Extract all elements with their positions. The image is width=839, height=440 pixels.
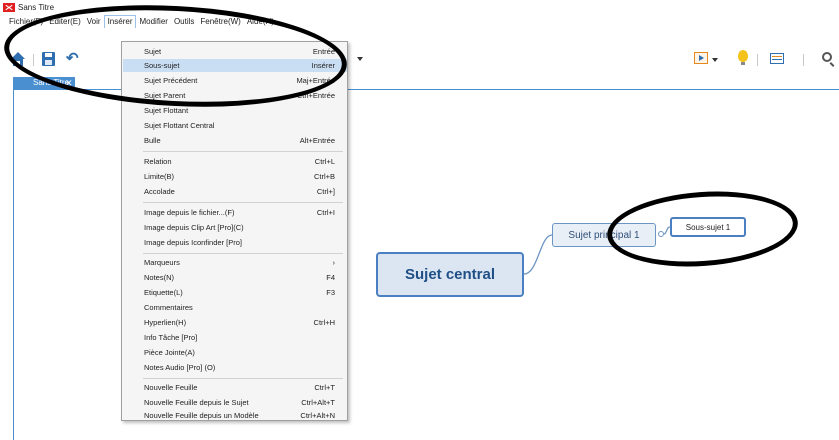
app-logo-icon xyxy=(3,2,15,12)
insert-menu: Sujet Entrée Sous-sujet Insérer Sujet Préc… xyxy=(121,41,348,421)
tab-label: Sans Titre xyxy=(33,78,70,87)
menu-item-feuille-depuis-modele[interactable]: Nouvelle Feuille depuis un Modèle Ctrl+Al… xyxy=(123,409,347,422)
central-topic[interactable]: Sujet central xyxy=(376,252,524,297)
main-topic[interactable]: Sujet principal 1 xyxy=(552,223,656,247)
undo-icon[interactable]: ↶ xyxy=(66,51,80,66)
menu-separator xyxy=(143,378,343,379)
home-icon[interactable] xyxy=(10,51,26,67)
save-icon[interactable] xyxy=(42,52,55,66)
window-title: Sans Titre xyxy=(18,2,55,12)
menu-aide[interactable]: Aide(H) xyxy=(244,15,277,28)
menu-separator xyxy=(143,202,343,203)
sub-topic[interactable]: Sous-sujet 1 xyxy=(670,217,746,237)
tab-sans-titre[interactable]: Sans Titre ✕ xyxy=(13,77,75,89)
menu-separator xyxy=(143,151,343,152)
menu-item-marqueurs[interactable]: Marqueurs › xyxy=(123,256,347,269)
menu-inserer[interactable]: Insérer xyxy=(103,15,137,28)
presentation-icon[interactable] xyxy=(694,52,708,64)
title-bar: Sans Titre xyxy=(0,0,839,14)
toolbar-divider xyxy=(803,54,804,66)
menu-item-commentaires[interactable]: Commentaires xyxy=(123,301,347,314)
idea-bulb-icon[interactable] xyxy=(738,50,748,65)
menu-item-feuille-depuis-sujet[interactable]: Nouvelle Feuille depuis le Sujet Ctrl+Alt… xyxy=(123,396,347,409)
menu-item-image-clipart[interactable]: Image depuis Clip Art [Pro](C) xyxy=(123,221,347,234)
menu-editer[interactable]: Editer(E) xyxy=(46,15,84,28)
menu-item-info-tache[interactable]: Info Tâche [Pro] xyxy=(123,331,347,344)
menu-item-notes[interactable]: Notes(N) F4 xyxy=(123,271,347,284)
menu-item-sujet-flottant-central[interactable]: Sujet Flottant Central xyxy=(123,119,347,132)
presentation-dropdown-arrow-icon[interactable] xyxy=(712,58,718,62)
menu-item-notes-audio[interactable]: Notes Audio [Pro] (O) xyxy=(123,361,347,374)
close-icon[interactable]: ✕ xyxy=(65,77,73,89)
menu-item-piece-jointe[interactable]: Pièce Jointe(A) xyxy=(123,346,347,359)
menu-item-sujet[interactable]: Sujet Entrée xyxy=(123,45,347,58)
search-icon[interactable] xyxy=(822,52,832,62)
menu-item-nouvelle-feuille[interactable]: Nouvelle Feuille Ctrl+T xyxy=(123,381,347,394)
format-panel-icon[interactable] xyxy=(770,53,784,64)
menu-item-limite[interactable]: Limite(B) Ctrl+B xyxy=(123,170,347,183)
menu-item-image-fichier[interactable]: Image depuis le fichier...(F) Ctrl+I xyxy=(123,206,347,219)
toolbar-divider xyxy=(757,54,758,66)
menu-item-sujet-flottant[interactable]: Sujet Flottant xyxy=(123,104,347,117)
menu-item-accolade[interactable]: Accolade Ctrl+] xyxy=(123,185,347,198)
menu-item-sujet-precedent[interactable]: Sujet Précédent Maj+Entrée xyxy=(123,74,347,87)
menu-item-sous-sujet[interactable]: Sous-sujet Insérer xyxy=(123,59,347,72)
menu-fenetre[interactable]: Fenêtre(W) xyxy=(197,15,243,28)
toolbar-divider xyxy=(33,54,34,66)
menu-item-sujet-parent[interactable]: Sujet Parent Ctrl+Entrée xyxy=(123,89,347,102)
menu-separator xyxy=(143,253,343,254)
menu-item-image-iconfinder[interactable]: Image depuis Iconfinder [Pro] xyxy=(123,236,347,249)
menu-item-relation[interactable]: Relation Ctrl+L xyxy=(123,155,347,168)
menu-bar: Fichier(F) Editer(E) Voir Insérer Modifi… xyxy=(0,15,839,28)
menu-fichier[interactable]: Fichier(F) xyxy=(6,15,46,28)
submenu-chevron-icon: › xyxy=(332,258,336,267)
menu-item-hyperlien[interactable]: Hyperlien(H) Ctrl+H xyxy=(123,316,347,329)
menu-item-etiquette[interactable]: Etiquette(L) F3 xyxy=(123,286,347,299)
menu-modifier[interactable]: Modifier xyxy=(136,15,170,28)
collapse-toggle[interactable] xyxy=(658,231,664,237)
toolbar-dropdown-arrow-icon[interactable] xyxy=(357,57,363,61)
menu-item-bulle[interactable]: Bulle Alt+Entrée xyxy=(123,134,347,147)
menu-outils[interactable]: Outils xyxy=(171,15,197,28)
menu-voir[interactable]: Voir xyxy=(84,15,104,28)
